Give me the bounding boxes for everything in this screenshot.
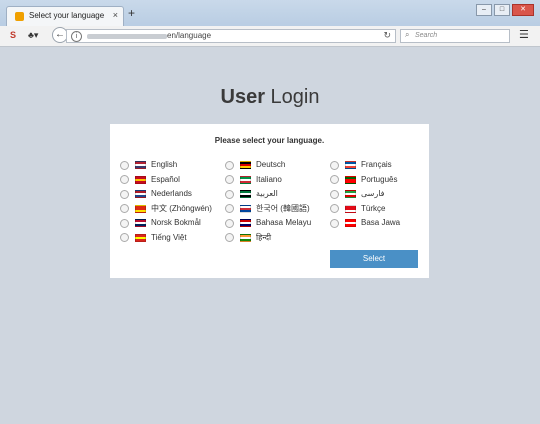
shield-extension-icon[interactable]: S	[10, 30, 16, 40]
minimize-button[interactable]: –	[476, 4, 492, 16]
language-radio[interactable]	[120, 233, 129, 242]
language-label: Español	[151, 174, 180, 184]
flag-icon	[135, 219, 146, 227]
flag-icon	[135, 204, 146, 213]
language-label: Basa Jawa	[361, 218, 401, 227]
addon-icon[interactable]: ♣▾	[28, 30, 38, 41]
language-label: Nederlands	[151, 189, 192, 198]
language-option[interactable]: हिन्दी	[225, 232, 271, 244]
new-tab-button[interactable]: +	[128, 7, 135, 19]
language-radio[interactable]	[120, 175, 129, 184]
flag-icon	[240, 219, 251, 227]
language-option[interactable]: English	[120, 159, 177, 171]
navigation-bar: S ♣▾ ← i en/language ↻ ⌕ Search ☰	[0, 26, 540, 47]
flag-icon	[240, 233, 251, 242]
page-title-rest: Login	[264, 86, 320, 108]
flag-icon	[345, 161, 356, 169]
language-radio[interactable]	[330, 189, 339, 199]
flag-icon	[135, 233, 146, 242]
search-bar[interactable]: ⌕ Search	[400, 29, 510, 43]
language-option[interactable]: Türkçe	[330, 203, 385, 215]
search-icon: ⌕	[405, 30, 410, 39]
flag-icon	[345, 190, 356, 198]
site-favicon-icon	[15, 12, 24, 21]
url-bar[interactable]: i en/language ↻	[66, 29, 396, 43]
language-label: Norsk Bokmål	[151, 218, 201, 227]
language-label: Italiano	[256, 174, 282, 184]
language-option[interactable]: Italiano	[225, 174, 282, 186]
url-path: en/language	[167, 31, 212, 40]
language-option[interactable]: Basa Jawa	[330, 217, 400, 229]
flag-icon	[345, 175, 356, 184]
language-card: Please select your language. English Espa…	[110, 124, 429, 278]
language-label: हिन्दी	[256, 232, 272, 242]
flag-icon	[240, 204, 251, 213]
url-redacted	[87, 34, 167, 39]
flag-icon	[240, 161, 251, 169]
language-label: العربية	[256, 189, 278, 198]
flag-icon	[135, 161, 146, 169]
flag-icon	[240, 190, 251, 198]
flag-icon	[345, 204, 356, 213]
select-button[interactable]: Select	[330, 250, 418, 268]
language-option[interactable]: Tiếng Việt	[120, 232, 187, 244]
language-radio[interactable]	[120, 204, 129, 213]
language-radio[interactable]	[225, 204, 234, 213]
language-radio[interactable]	[225, 189, 234, 199]
language-option[interactable]: العربية	[225, 188, 278, 200]
search-placeholder: Search	[415, 32, 438, 39]
reload-icon[interactable]: ↻	[383, 30, 391, 41]
language-label: Português	[361, 174, 398, 184]
language-label: Deutsch	[256, 160, 286, 169]
language-option[interactable]: 中文 (Zhōngwén)	[120, 203, 212, 215]
language-prompt: Please select your language.	[214, 136, 325, 145]
info-icon[interactable]: i	[71, 31, 82, 42]
page-title: User Login	[0, 86, 540, 109]
language-radio[interactable]	[225, 175, 234, 184]
flag-icon	[135, 175, 146, 184]
language-label: 한국어 (韓國語)	[256, 203, 310, 213]
window-close-button[interactable]: ✕	[512, 4, 534, 16]
language-radio[interactable]	[225, 218, 234, 228]
language-radio[interactable]	[120, 218, 129, 228]
language-label: Bahasa Melayu	[256, 218, 312, 227]
close-tab-icon[interactable]: ×	[113, 10, 118, 20]
language-option[interactable]: Français	[330, 159, 392, 171]
language-radio[interactable]	[120, 189, 129, 199]
language-label: Türkçe	[361, 203, 386, 213]
language-radio[interactable]	[330, 160, 339, 170]
language-option[interactable]: Nederlands	[120, 188, 192, 200]
language-label: Français	[361, 160, 392, 169]
language-label: Tiếng Việt	[151, 232, 187, 242]
hamburger-menu-icon[interactable]: ☰	[519, 29, 529, 41]
browser-window: Select your language × + – □ ✕ S ♣▾ ← i en…	[0, 0, 540, 424]
maximize-button[interactable]: □	[494, 4, 510, 16]
language-label: فارسی	[361, 189, 385, 198]
language-option[interactable]: Português	[330, 174, 397, 186]
language-radio[interactable]	[225, 233, 234, 242]
tab-active[interactable]: Select your language ×	[6, 6, 124, 26]
language-option[interactable]: 한국어 (韓國語)	[225, 203, 310, 215]
language-label: English	[151, 160, 178, 169]
language-option[interactable]: Deutsch	[225, 159, 285, 171]
language-radio[interactable]	[330, 175, 339, 184]
language-radio[interactable]	[330, 218, 339, 228]
language-radio[interactable]	[330, 204, 339, 213]
tab-title: Select your language	[29, 11, 105, 20]
language-radio[interactable]	[225, 160, 234, 170]
language-option[interactable]: Bahasa Melayu	[225, 217, 311, 229]
language-option[interactable]: Norsk Bokmål	[120, 217, 201, 229]
page-title-bold: User	[220, 86, 265, 108]
language-label: 中文 (Zhōngwén)	[151, 203, 212, 213]
language-option[interactable]: فارسی	[330, 188, 385, 200]
flag-icon	[345, 219, 356, 227]
flag-icon	[135, 190, 146, 198]
window-controls: – □ ✕	[474, 4, 534, 16]
language-option[interactable]: Español	[120, 174, 180, 186]
language-radio[interactable]	[120, 160, 129, 170]
tab-bar: Select your language × + – □ ✕	[0, 0, 540, 27]
flag-icon	[240, 175, 251, 184]
